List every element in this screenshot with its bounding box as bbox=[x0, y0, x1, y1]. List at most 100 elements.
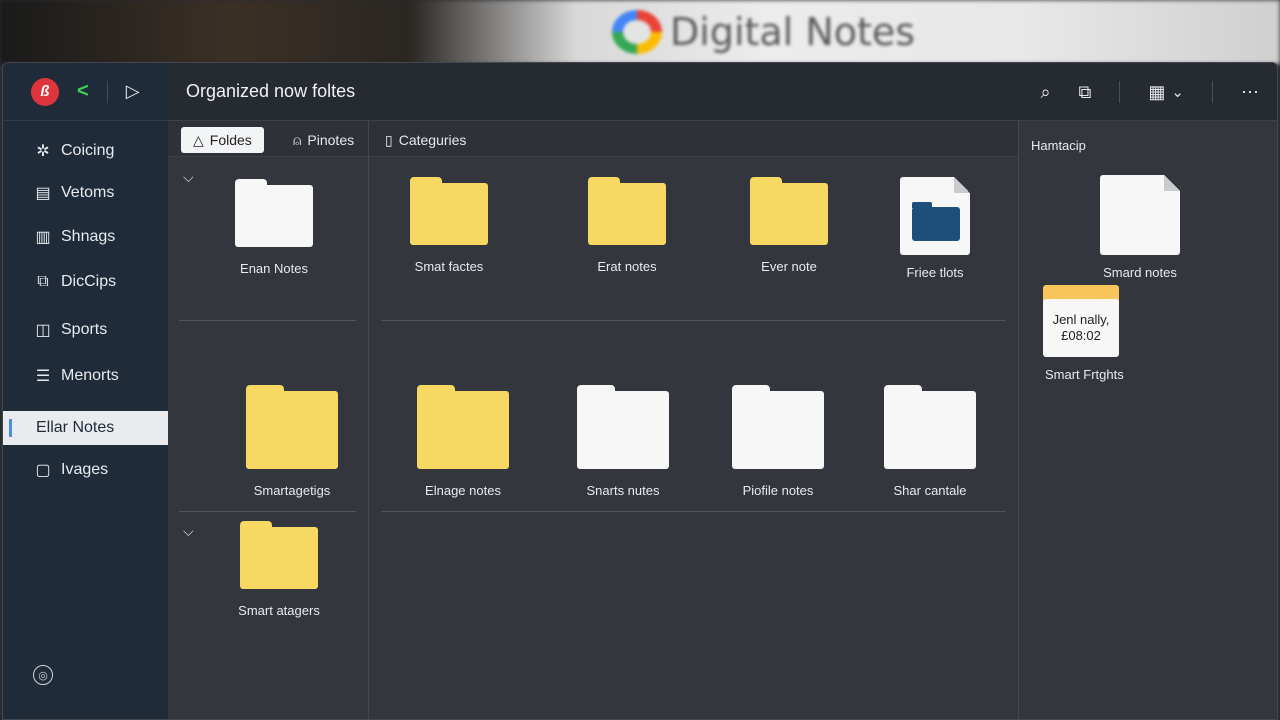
tab-label: Pinotes bbox=[307, 132, 355, 148]
sidebar-item-label: Ivages bbox=[61, 461, 109, 478]
search-icon[interactable]: ⌕ bbox=[1040, 82, 1050, 103]
folder-label: Smard notes bbox=[1103, 265, 1177, 280]
folder-icon bbox=[588, 177, 666, 245]
folder-icon bbox=[417, 385, 509, 469]
panel-title: Hamtacip bbox=[1031, 138, 1086, 153]
file-item[interactable]: Friee tlots bbox=[875, 177, 995, 280]
divider bbox=[179, 320, 356, 321]
folder-icon bbox=[246, 385, 338, 469]
folder-label: Enan Notes bbox=[240, 261, 308, 276]
active-indicator bbox=[9, 419, 12, 437]
sidebar-item-shnags[interactable]: ▥ Shnags bbox=[3, 220, 168, 254]
folder-label: Snarts nutes bbox=[586, 483, 660, 498]
tab-label: Categuries bbox=[398, 132, 467, 148]
sidebar-item-label: Ellar Notes bbox=[36, 419, 115, 436]
folder-label: Ever note bbox=[761, 259, 817, 274]
divider bbox=[1119, 81, 1121, 103]
chart-icon: ▥ bbox=[35, 229, 51, 246]
calendar-dropdown-icon[interactable]: ▦ ⌄ bbox=[1148, 82, 1184, 103]
folder-item[interactable]: Elnage notes bbox=[403, 385, 523, 498]
banner-text: Digital Notes bbox=[670, 10, 916, 54]
sidebar-header: ß < ▷ bbox=[3, 63, 168, 121]
list-icon: ☰ bbox=[35, 368, 51, 385]
tab-folders[interactable]: △ Foldes bbox=[181, 127, 264, 153]
file-label: Friee tlots bbox=[906, 265, 964, 280]
server-icon: ▤ bbox=[35, 185, 51, 202]
divider bbox=[106, 80, 108, 103]
folder-icon bbox=[884, 385, 976, 469]
banner-title: Digital Notes bbox=[612, 10, 915, 54]
divider bbox=[1212, 81, 1213, 103]
person-icon: ⍝ bbox=[293, 131, 302, 148]
sidebar-item-ellar-notes[interactable]: Ellar Notes bbox=[3, 411, 168, 445]
folder-item[interactable]: Erat notes bbox=[567, 177, 687, 274]
folder-item[interactable]: Enan Notes bbox=[214, 179, 334, 276]
sidebar-item-vetoms[interactable]: ▤ Vetoms bbox=[3, 176, 168, 210]
note-card-label: Smart Frtghts bbox=[1045, 367, 1124, 382]
share-icon[interactable]: ⧉ bbox=[1079, 82, 1092, 103]
folder-label: Piofile notes bbox=[742, 483, 814, 498]
sidebar-item-label: Vetoms bbox=[61, 184, 115, 201]
folder-item[interactable]: Smard notes bbox=[1080, 175, 1200, 280]
clip-icon: ⧉ bbox=[37, 273, 49, 290]
page-title: Organized now foltes bbox=[186, 81, 356, 101]
note-card-line: Jenl nally, bbox=[1052, 312, 1110, 327]
folder-item[interactable]: Smat factes bbox=[389, 177, 509, 274]
app-window: ß < ▷ ✲ Coicing ▤ Vetoms ▥ Shnags ⧉ DicC… bbox=[2, 62, 1278, 720]
note-card-body: Jenl nally, £08:02 bbox=[1043, 299, 1119, 357]
file-icon bbox=[1100, 175, 1180, 255]
folder-item[interactable]: Smart atagers bbox=[219, 521, 339, 618]
note-card[interactable]: Jenl nally, £08:02 bbox=[1043, 285, 1119, 357]
chevron-down-icon[interactable]: ⌵ bbox=[183, 169, 194, 186]
folder-icon bbox=[410, 177, 488, 245]
sidebar-item-sports[interactable]: ◫ Sports bbox=[3, 313, 168, 347]
gear-icon: ✲ bbox=[36, 143, 50, 160]
chevron-down-icon[interactable]: ⌵ bbox=[183, 523, 194, 540]
tab-categories[interactable]: ▯ Categuries bbox=[373, 127, 478, 153]
note-card-line: £08:02 bbox=[1061, 328, 1101, 343]
sidebar-item-diccips[interactable]: ⧉ DicCips bbox=[3, 265, 168, 299]
folder-item[interactable]: Piofile notes bbox=[718, 385, 838, 498]
folder-item[interactable]: Snarts nutes bbox=[563, 385, 683, 498]
sidebar-item-label: Sports bbox=[61, 321, 108, 338]
image-icon: ▢ bbox=[35, 462, 51, 479]
folder-label: Erat notes bbox=[597, 259, 657, 274]
sidebar-item-menorts[interactable]: ☰ Menorts bbox=[3, 359, 168, 393]
book-icon: ◫ bbox=[35, 322, 51, 339]
sidebar-item-label: Coicing bbox=[61, 142, 115, 159]
folder-label: Smartagetigs bbox=[253, 483, 331, 498]
more-options-icon[interactable]: ⋯ bbox=[1241, 82, 1259, 103]
google-logo-icon bbox=[612, 10, 662, 54]
settings-circle-icon[interactable]: ◎ bbox=[33, 665, 53, 685]
divider bbox=[381, 320, 1006, 321]
back-arrow-icon[interactable]: < bbox=[77, 80, 89, 103]
tab-bar: △ Foldes ⍝ Pinotes ▯ Categuries bbox=[168, 121, 1018, 157]
sidebar-item-ivages[interactable]: ▢ Ivages bbox=[3, 453, 168, 487]
folder-label: Smat factes bbox=[414, 259, 484, 274]
app-logo-icon[interactable]: ß bbox=[31, 77, 59, 106]
column-divider bbox=[368, 121, 369, 719]
sidebar-item-coicing[interactable]: ✲ Coicing bbox=[3, 134, 168, 168]
folder-item[interactable]: Ever note bbox=[729, 177, 849, 274]
tab-pinotes[interactable]: ⍝ Pinotes bbox=[281, 127, 366, 153]
toolbar: ⌕ ⧉ ▦ ⌄ ⋯ bbox=[1040, 63, 1259, 121]
forward-arrow-icon[interactable]: ▷ bbox=[126, 81, 140, 102]
divider bbox=[179, 511, 356, 512]
doc-icon: ▯ bbox=[385, 131, 393, 148]
sidebar-item-label: Shnags bbox=[61, 228, 116, 245]
folder-item[interactable]: Smartagetigs bbox=[232, 385, 352, 498]
column-divider bbox=[1018, 121, 1019, 719]
folder-icon bbox=[750, 177, 828, 245]
folder-label: Shar cantale bbox=[893, 483, 967, 498]
divider bbox=[381, 511, 1006, 512]
sidebar: ß < ▷ ✲ Coicing ▤ Vetoms ▥ Shnags ⧉ DicC… bbox=[3, 63, 168, 719]
folder-icon bbox=[577, 385, 669, 469]
triangle-icon: △ bbox=[193, 131, 204, 148]
folder-item[interactable]: Shar cantale bbox=[870, 385, 990, 498]
folder-label: Elnage notes bbox=[425, 483, 501, 498]
folder-icon bbox=[732, 385, 824, 469]
document-folder-icon bbox=[900, 177, 970, 255]
sidebar-item-label: DicCips bbox=[61, 273, 117, 290]
folder-label: Smart atagers bbox=[238, 603, 320, 618]
sidebar-item-label: Menorts bbox=[61, 367, 119, 384]
